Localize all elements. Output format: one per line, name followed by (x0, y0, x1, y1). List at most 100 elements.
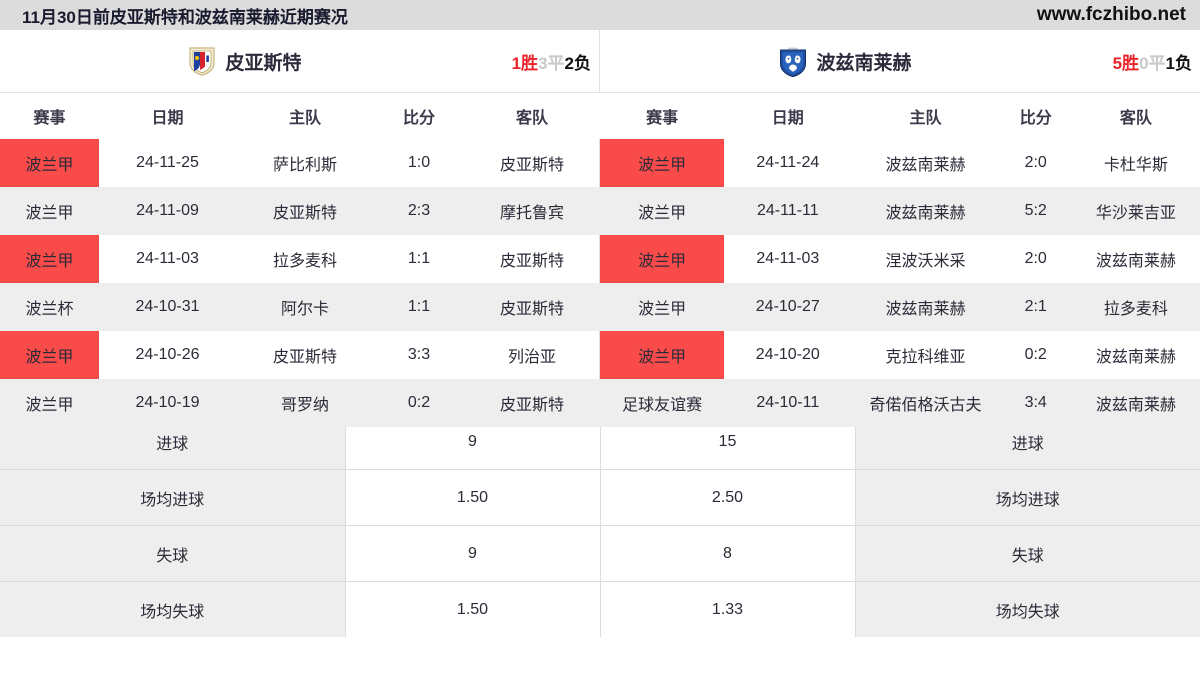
match-score: 0:2 (1024, 346, 1047, 363)
team-header-left: 皮亚斯特 1胜3平2负 (0, 30, 600, 92)
stats-row: 场均失球 1.50 1.33 场均失球 (0, 581, 1200, 637)
col-header-league: 赛事 (0, 93, 99, 139)
match-home-team: 波兹南莱赫 (851, 187, 1000, 235)
stats-label-left: 场均失球 (0, 581, 346, 637)
col-header-date: 日期 (99, 93, 236, 139)
record-losses-left: 2负 (564, 53, 591, 73)
record-draws-right: 0平 (1139, 53, 1166, 73)
table-row[interactable]: 波兰甲 24-10-20 克拉科维亚 0:2 波兹南莱赫 (600, 331, 1200, 379)
match-table-right-body: 波兰甲 24-11-24 波兹南莱赫 2:0 卡杜华斯 波兰甲 24-11-11 波兹南莱赫 5… (600, 139, 1200, 427)
match-away-team: 卡杜华斯 (1103, 157, 1168, 174)
match-table-left: 赛事 日期 主队 比分 客队 波兰甲 24-11-25 萨比利斯 1:0 皮亚斯特 波兰甲… (0, 93, 600, 427)
match-tables: 赛事 日期 主队 比分 客队 波兰甲 24-11-25 萨比利斯 1:0 皮亚斯特 波兰甲… (0, 93, 1200, 427)
stats-value-left: 9 (344, 525, 601, 582)
match-home-team: 波兹南莱赫 (851, 283, 1000, 331)
match-away-team: 皮亚斯特 (464, 283, 600, 331)
record-draws-left: 3平 (538, 53, 565, 73)
stats-row: 场均进球 1.50 2.50 场均进球 (0, 469, 1200, 526)
col-header-date: 日期 (724, 93, 852, 139)
match-league-badge: 波兰甲 (600, 283, 725, 331)
match-date: 24-10-11 (724, 379, 852, 427)
match-league-badge: 波兰杯 (0, 283, 99, 331)
match-score: 5:2 (999, 187, 1072, 235)
match-date: 24-11-09 (99, 187, 236, 235)
match-home-team: 皮亚斯特 (272, 349, 337, 366)
match-score: 2:3 (374, 187, 464, 235)
match-score: 3:3 (407, 346, 431, 363)
col-header-league: 赛事 (600, 93, 725, 139)
page-root: 11月30日前皮亚斯特和波兹南莱赫近期赛况 www.fczhibo.net 皮亚… (0, 0, 1200, 675)
lech-poznan-crest-icon (778, 45, 808, 78)
match-date: 24-11-25 (136, 154, 199, 171)
match-home-team: 皮亚斯特 (236, 187, 374, 235)
match-league-badge: 波兰甲 (0, 379, 99, 427)
match-away-team: 波兹南莱赫 (1095, 253, 1176, 270)
match-league-badge: 波兰甲 (0, 331, 99, 379)
stats-value-right: 2.50 (599, 469, 856, 526)
match-away-team: 列治亚 (507, 349, 556, 366)
table-row[interactable]: 波兰甲 24-11-03 拉多麦科 1:1 皮亚斯特 (0, 235, 600, 283)
match-home-team: 奇偌佰格沃古夫 (851, 379, 1000, 427)
table-row[interactable]: 波兰甲 24-11-24 波兹南莱赫 2:0 卡杜华斯 (600, 139, 1200, 187)
match-score: 2:0 (1024, 154, 1047, 171)
top-bar: 11月30日前皮亚斯特和波兹南莱赫近期赛况 www.fczhibo.net (0, 0, 1200, 30)
table-row[interactable]: 波兰甲 24-11-09 皮亚斯特 2:3 摩托鲁宾 (0, 187, 600, 235)
match-home-team: 涅波沃米采 (885, 253, 966, 270)
table-row[interactable]: 波兰甲 24-10-27 波兹南莱赫 2:1 拉多麦科 (600, 283, 1200, 331)
stats-label-right: 场均失球 (854, 581, 1200, 637)
team-identity-left: 皮亚斯特 (0, 45, 599, 77)
match-league-badge: 波兰甲 (0, 235, 99, 283)
page-title: 11月30日前皮亚斯特和波兹南莱赫近期赛况 (22, 7, 348, 27)
table-row[interactable]: 波兰杯 24-10-31 阿尔卡 1:1 皮亚斯特 (0, 283, 600, 331)
match-score: 3:4 (999, 379, 1072, 427)
team-header-right: 波兹南莱赫 5胜0平1负 (600, 30, 1200, 92)
match-table-left-header: 赛事 日期 主队 比分 客队 (0, 93, 600, 139)
match-league-badge: 波兰甲 (600, 331, 725, 379)
team-identity-right: 波兹南莱赫 (600, 45, 1200, 78)
stats-label-left: 场均进球 (0, 469, 346, 526)
match-score: 1:0 (407, 154, 431, 171)
stats-value-left: 1.50 (344, 581, 601, 637)
record-losses-right: 1负 (1165, 53, 1192, 73)
col-header-home: 主队 (236, 93, 374, 139)
match-score: 0:2 (374, 379, 464, 427)
stats-value-right: 1.33 (599, 581, 856, 637)
match-date: 24-10-26 (135, 346, 200, 363)
stats-value-left: 1.50 (344, 469, 601, 526)
stats-value-right: 8 (599, 525, 856, 582)
stats-label-left: 失球 (0, 525, 346, 582)
match-date: 24-10-19 (99, 379, 236, 427)
col-header-away: 客队 (464, 93, 600, 139)
match-date: 24-11-24 (756, 154, 820, 171)
col-header-score: 比分 (999, 93, 1072, 139)
col-header-score: 比分 (374, 93, 464, 139)
match-away-team: 华沙莱吉亚 (1071, 187, 1200, 235)
match-away-team: 波兹南莱赫 (1095, 349, 1176, 366)
col-header-away: 客队 (1071, 93, 1200, 139)
match-date: 24-11-03 (136, 250, 199, 267)
match-home-team: 克拉科维亚 (885, 349, 966, 366)
table-row[interactable]: 足球友谊赛 24-10-11 奇偌佰格沃古夫 3:4 波兹南莱赫 (600, 379, 1200, 427)
stats-table: 进球 9 15 进球 场均进球 1.50 2.50 场均进球 失球 9 8 失球 场均失球 1.50 1.3… (0, 413, 1200, 637)
site-url: www.fczhibo.net (1036, 4, 1186, 25)
match-league-badge: 足球友谊赛 (600, 379, 725, 427)
table-row[interactable]: 波兰甲 24-11-03 涅波沃米采 2:0 波兹南莱赫 (600, 235, 1200, 283)
match-home-team: 波兹南莱赫 (885, 157, 966, 174)
table-row[interactable]: 波兰甲 24-11-25 萨比利斯 1:0 皮亚斯特 (0, 139, 600, 187)
team-name-right: 波兹南莱赫 (816, 52, 912, 74)
match-table-right-wrap: 赛事 日期 主队 比分 客队 波兰甲 24-11-24 波兹南莱赫 2:0 卡杜华斯波兰… (600, 93, 1200, 427)
match-away-team: 皮亚斯特 (499, 253, 564, 270)
match-table-left-body: 波兰甲 24-11-25 萨比利斯 1:0 皮亚斯特 波兰甲 24-11-09 皮亚斯特 2:3… (0, 139, 600, 427)
stats-table-body: 进球 9 15 进球 场均进球 1.50 2.50 场均进球 失球 9 8 失球 场均失球 1.50 1.3… (0, 413, 1200, 637)
table-row[interactable]: 波兰甲 24-11-11 波兹南莱赫 5:2 华沙莱吉亚 (600, 187, 1200, 235)
match-home-team: 萨比利斯 (272, 157, 337, 174)
table-row[interactable]: 波兰甲 24-10-19 哥罗纳 0:2 皮亚斯特 (0, 379, 600, 427)
match-date: 24-10-20 (755, 346, 820, 363)
match-away-team: 皮亚斯特 (464, 379, 600, 427)
col-header-home: 主队 (851, 93, 1000, 139)
match-home-team: 拉多麦科 (272, 253, 337, 270)
match-date: 24-11-11 (724, 187, 852, 235)
match-date: 24-10-31 (99, 283, 236, 331)
table-row[interactable]: 波兰甲 24-10-26 皮亚斯特 3:3 列治亚 (0, 331, 600, 379)
match-away-team: 皮亚斯特 (499, 157, 564, 174)
